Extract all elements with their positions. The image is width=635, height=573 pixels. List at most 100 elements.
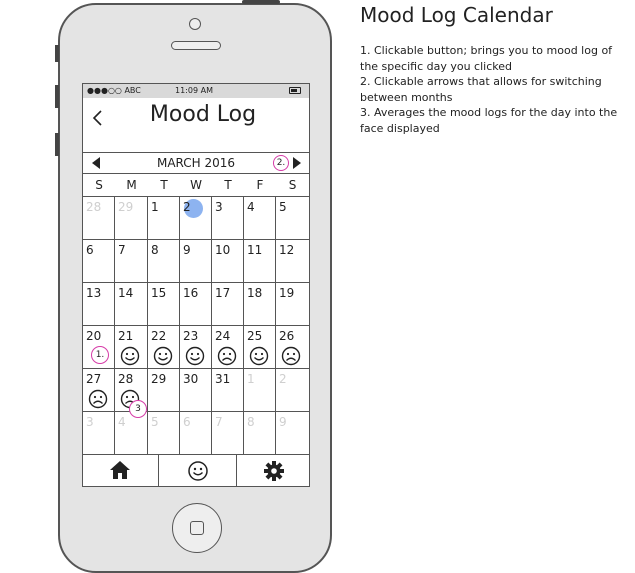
day-number: 11 [247, 243, 263, 257]
gear-icon [264, 461, 284, 481]
calendar-day-cell[interactable]: 31 [212, 369, 244, 412]
volume-down-button [55, 133, 59, 156]
day-number: 3 [215, 200, 223, 214]
day-number: 19 [279, 286, 295, 300]
day-number: 28 [118, 372, 134, 386]
day-number: 30 [183, 372, 199, 386]
calendar-day-cell[interactable]: 8 [148, 240, 180, 283]
home-icon [110, 461, 130, 479]
sad-face-icon [281, 346, 301, 366]
calendar-day-cell: 9 [276, 412, 309, 455]
volume-up-button [55, 85, 59, 108]
weekday-label: S [288, 178, 297, 192]
calendar-day-cell[interactable]: 19 [276, 283, 309, 326]
annotation-callout-2: 2. [273, 155, 289, 171]
tab-settings[interactable] [237, 455, 309, 486]
happy-face-icon [185, 346, 205, 366]
calendar-day-cell[interactable]: 27 [83, 369, 115, 412]
calendar-day-cell[interactable]: 9 [180, 240, 212, 283]
day-number: 3 [86, 415, 94, 429]
calendar-day-cell[interactable]: 10 [212, 240, 244, 283]
day-number: 9 [279, 415, 287, 429]
carrier-label: ●●●○○ ABC [87, 86, 141, 95]
day-number: 27 [86, 372, 102, 386]
day-number: 8 [151, 243, 159, 257]
annotation-callout-1: 1. [91, 346, 109, 364]
calendar-day-cell[interactable]: 18 [244, 283, 276, 326]
home-hardware-button[interactable] [172, 503, 222, 553]
calendar-day-cell[interactable]: 29 [148, 369, 180, 412]
calendar-day-cell: 6 [180, 412, 212, 455]
day-number: 1 [151, 200, 159, 214]
calendar-day-cell[interactable]: 11 [244, 240, 276, 283]
note-item: 1. Clickable button; brings you to mood … [360, 44, 613, 73]
calendar-day-cell[interactable]: 7 [115, 240, 148, 283]
happy-face-icon [249, 346, 269, 366]
weekday-header: SMTWTFS [83, 174, 309, 197]
calendar-day-cell[interactable]: 4 [244, 197, 276, 240]
notes-title: Mood Log Calendar [360, 3, 553, 27]
day-number: 16 [183, 286, 199, 300]
calendar-day-cell[interactable]: 23 [180, 326, 212, 369]
calendar-day-cell[interactable]: 21 [115, 326, 148, 369]
calendar-day-cell: 28 [83, 197, 115, 240]
calendar-day-cell[interactable]: 16 [180, 283, 212, 326]
weekday-label: T [160, 178, 168, 192]
calendar-day-cell: 29 [115, 197, 148, 240]
happy-face-icon [120, 346, 140, 366]
page-title: Mood Log [149, 102, 257, 127]
day-number: 29 [118, 200, 134, 214]
day-number: 26 [279, 329, 295, 343]
tab-mood[interactable] [159, 455, 237, 486]
day-number: 18 [247, 286, 263, 300]
day-number: 29 [151, 372, 167, 386]
calendar-day-cell[interactable]: 15 [148, 283, 180, 326]
calendar-day-cell[interactable]: 1 [148, 197, 180, 240]
day-number: 25 [247, 329, 263, 343]
battery-icon [289, 87, 301, 94]
day-number: 20 [86, 329, 102, 343]
calendar-day-cell[interactable]: 24 [212, 326, 244, 369]
day-number: 4 [118, 415, 126, 429]
calendar-day-cell[interactable]: 25 [244, 326, 276, 369]
calendar-day-cell[interactable]: 22 [148, 326, 180, 369]
day-number: 15 [151, 286, 167, 300]
weekday-label: T [224, 178, 232, 192]
tab-bar [83, 454, 309, 486]
day-number: 6 [183, 415, 191, 429]
next-month-arrow-icon[interactable] [293, 157, 301, 169]
day-number: 22 [151, 329, 167, 343]
calendar-day-cell: 2 [276, 369, 309, 412]
note-item: 2. Clickable arrows that allows for swit… [360, 75, 602, 104]
calendar-day-cell[interactable]: 6 [83, 240, 115, 283]
day-number: 10 [215, 243, 231, 257]
calendar-day-cell[interactable]: 26 [276, 326, 309, 369]
weekday-label: F [256, 178, 264, 192]
day-number: 13 [86, 286, 102, 300]
phone-screen: ●●●○○ ABC 11:09 AM Mood Log MARCH 2016 2… [82, 83, 310, 487]
home-square-icon [190, 521, 204, 535]
calendar-day-cell[interactable]: 14 [115, 283, 148, 326]
day-number: 8 [247, 415, 255, 429]
calendar-day-cell[interactable]: 2 [180, 197, 212, 240]
power-button [242, 0, 280, 4]
day-number: 21 [118, 329, 134, 343]
calendar-day-cell[interactable]: 17 [212, 283, 244, 326]
calendar-day-cell[interactable]: 12 [276, 240, 309, 283]
prev-month-arrow-icon[interactable] [92, 157, 100, 169]
day-number: 17 [215, 286, 231, 300]
calendar-day-cell[interactable]: 13 [83, 283, 115, 326]
calendar-day-cell[interactable]: 3 [212, 197, 244, 240]
day-number: 31 [215, 372, 231, 386]
calendar-day-cell: 7 [212, 412, 244, 455]
calendar-day-cell[interactable]: 30 [180, 369, 212, 412]
calendar-day-cell[interactable]: 5 [276, 197, 309, 240]
day-number: 7 [215, 415, 223, 429]
day-number: 5 [279, 200, 287, 214]
day-number: 12 [279, 243, 295, 257]
day-number: 5 [151, 415, 159, 429]
notes-list: 1. Clickable button; brings you to mood … [360, 43, 632, 136]
tab-home[interactable] [83, 455, 159, 486]
day-number: 7 [118, 243, 126, 257]
speaker-slot [171, 41, 221, 50]
